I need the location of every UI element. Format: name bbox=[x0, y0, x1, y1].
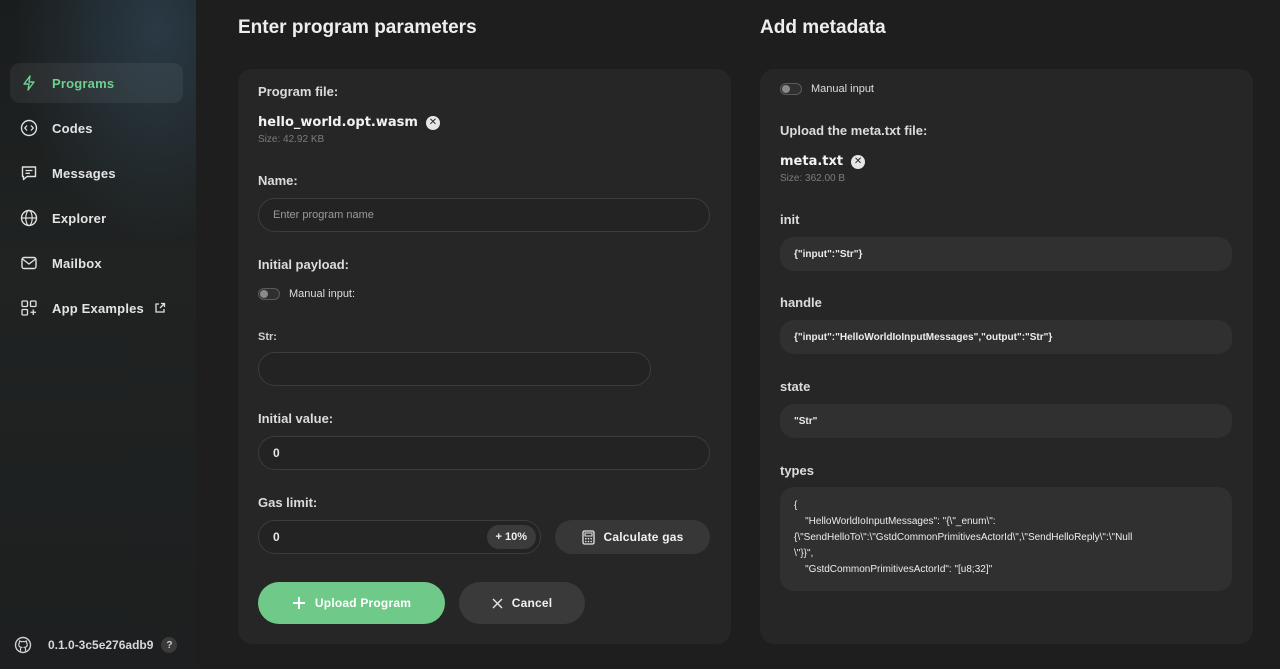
sidebar-item-programs[interactable]: Programs bbox=[10, 63, 183, 103]
state-label: state bbox=[780, 379, 811, 394]
toggle-label: Manual input: bbox=[289, 288, 356, 300]
initial-value-input[interactable]: 0 bbox=[258, 436, 710, 470]
github-icon[interactable] bbox=[14, 636, 32, 654]
code-icon bbox=[20, 119, 38, 137]
message-icon bbox=[20, 164, 38, 182]
initial-payload-label: Initial payload: bbox=[258, 257, 350, 272]
sidebar-item-explorer[interactable]: Explorer bbox=[10, 198, 183, 238]
name-label: Name: bbox=[258, 173, 298, 188]
upload-program-label: Upload Program bbox=[314, 596, 412, 610]
program-file-label: Program file: bbox=[258, 84, 339, 99]
toggle-switch[interactable] bbox=[258, 288, 280, 300]
sidebar-item-label: Messages bbox=[52, 165, 116, 181]
upload-meta-label: Upload the meta.txt file: bbox=[780, 123, 928, 138]
program-heading: Enter program parameters bbox=[238, 17, 477, 38]
toggle-label: Manual input bbox=[811, 83, 874, 95]
sidebar: Programs Codes Messages Explorer Mailbox bbox=[0, 0, 196, 669]
sidebar-nav: Programs Codes Messages Explorer Mailbox bbox=[10, 63, 183, 333]
help-icon[interactable]: ? bbox=[161, 637, 178, 653]
handle-label: handle bbox=[780, 295, 822, 310]
upload-program-button[interactable]: Upload Program bbox=[258, 582, 445, 624]
lightning-icon bbox=[20, 74, 38, 92]
calculator-icon bbox=[581, 529, 595, 545]
calculate-gas-label: Calculate gas bbox=[603, 530, 684, 544]
apps-icon bbox=[20, 299, 38, 317]
sidebar-item-label: Codes bbox=[52, 120, 93, 136]
types-label: types bbox=[780, 463, 814, 478]
meta-file-name-text: meta.txt bbox=[780, 154, 844, 169]
init-value: {"input":"Str"} bbox=[780, 237, 1232, 271]
str-label: Str: bbox=[258, 331, 277, 343]
cancel-button[interactable]: Cancel bbox=[459, 582, 585, 624]
remove-file-icon[interactable]: ✕ bbox=[425, 115, 440, 130]
initial-value-label: Initial value: bbox=[258, 411, 334, 426]
gas-limit-label: Gas limit: bbox=[258, 495, 318, 510]
payload-manual-input-toggle[interactable]: Manual input: bbox=[258, 288, 355, 300]
program-name-input[interactable]: Enter program name bbox=[258, 198, 710, 232]
init-label: init bbox=[780, 212, 800, 227]
globe-icon bbox=[20, 209, 38, 227]
program-form-card: Program file: hello_world.opt.wasm ✕ Siz… bbox=[238, 69, 731, 644]
program-file-size: Size: 42.92 KB bbox=[258, 134, 325, 145]
sidebar-footer: 0.1.0-3c5e276adb9 ? bbox=[14, 636, 178, 654]
cancel-label: Cancel bbox=[511, 596, 553, 610]
mail-icon bbox=[20, 254, 38, 272]
gas-limit-input[interactable]: 0 + 10% bbox=[258, 520, 541, 554]
initial-value-text: 0 bbox=[273, 446, 280, 460]
plus-icon bbox=[292, 596, 306, 610]
gas-increase-button[interactable]: + 10% bbox=[486, 525, 536, 549]
close-icon bbox=[492, 598, 503, 609]
version-label: 0.1.0-3c5e276adb9 bbox=[48, 638, 154, 652]
handle-value: {"input":"HelloWorldIoInputMessages","ou… bbox=[780, 320, 1232, 354]
sidebar-item-label: Explorer bbox=[52, 210, 107, 226]
program-file-name-text: hello_world.opt.wasm bbox=[258, 115, 418, 130]
remove-meta-file-icon[interactable]: ✕ bbox=[851, 154, 866, 169]
str-input[interactable] bbox=[258, 352, 651, 386]
sidebar-item-label: Mailbox bbox=[52, 255, 102, 271]
calculate-gas-button[interactable]: Calculate gas bbox=[555, 520, 710, 554]
gas-limit-value: 0 bbox=[273, 530, 280, 544]
metadata-manual-input-toggle[interactable]: Manual input bbox=[780, 83, 874, 95]
toggle-switch[interactable] bbox=[780, 83, 802, 95]
metadata-card: Manual input Upload the meta.txt file: m… bbox=[760, 69, 1253, 644]
types-value: { "HelloWorldIoInputMessages": "{\"_enum… bbox=[780, 487, 1232, 591]
state-value: "Str" bbox=[780, 404, 1232, 438]
meta-file-size: Size: 362.00 B bbox=[780, 173, 846, 184]
sidebar-item-mailbox[interactable]: Mailbox bbox=[10, 243, 183, 283]
external-link-icon bbox=[154, 302, 166, 314]
sidebar-item-codes[interactable]: Codes bbox=[10, 108, 183, 148]
sidebar-item-label: App Examples bbox=[52, 300, 144, 316]
sidebar-item-messages[interactable]: Messages bbox=[10, 153, 183, 193]
sidebar-item-app-examples[interactable]: App Examples bbox=[10, 288, 183, 328]
metadata-heading: Add metadata bbox=[760, 17, 886, 38]
meta-file-name: meta.txt ✕ bbox=[780, 154, 866, 169]
sidebar-item-label: Programs bbox=[52, 75, 115, 91]
program-name-placeholder: Enter program name bbox=[273, 209, 374, 221]
program-file-name: hello_world.opt.wasm ✕ bbox=[258, 115, 440, 130]
